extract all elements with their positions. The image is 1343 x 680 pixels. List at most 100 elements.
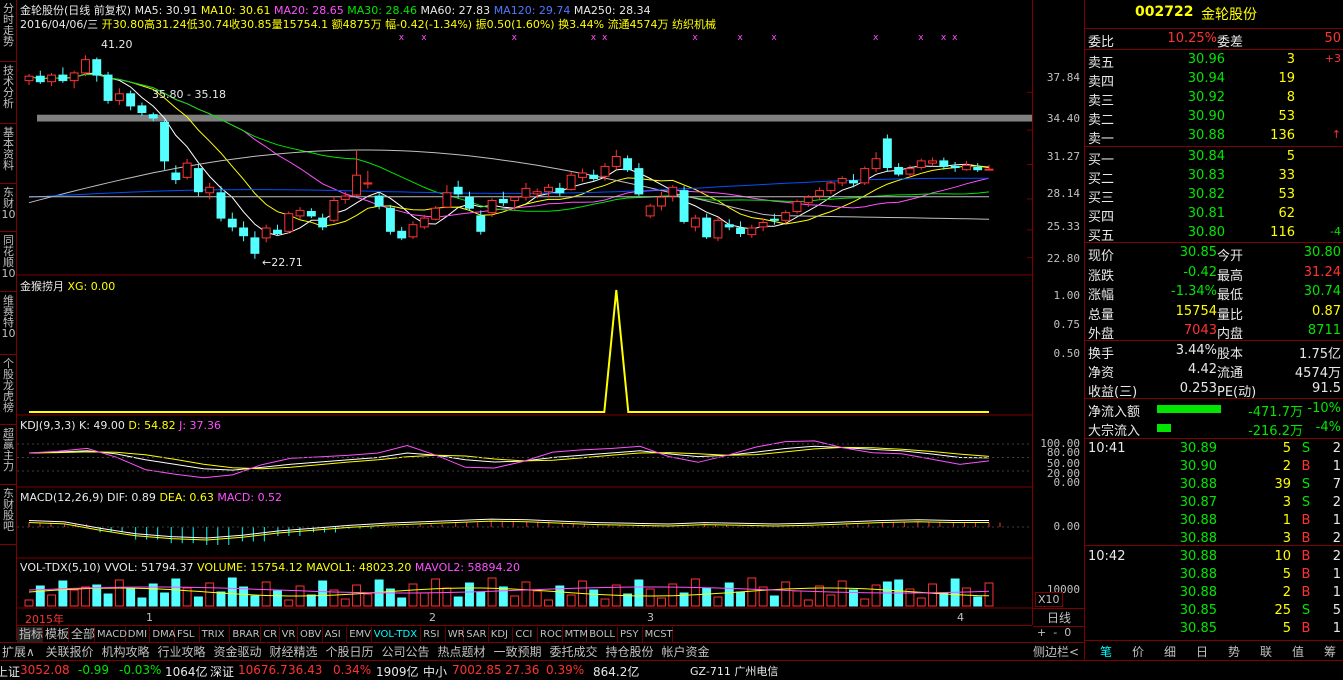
indicator-tab-rsi[interactable]: RSI [421,627,446,642]
buy-row[interactable]: 买三 30.82 53 [1085,186,1343,206]
right-tab-1[interactable]: 价 [1124,643,1152,660]
menu-item-5[interactable]: 财经精选 [270,644,318,660]
indicator-tab-指标[interactable]: 指标 [17,627,43,642]
sell-row[interactable]: 卖五 30.96 3 +3 [1085,51,1343,71]
volume-bar [160,592,169,607]
menu-item-6[interactable]: 个股日历 [326,644,374,660]
left-tab-0[interactable]: 分时走势 [0,0,17,62]
indicator-tab-obv[interactable]: OBV [298,627,323,642]
zoom-controls[interactable]: + - 0 [1037,626,1071,639]
indicator-tab-dma[interactable]: DMA [150,627,176,642]
indicator-tab-kdj[interactable]: KDJ [489,627,514,642]
left-tab-3[interactable]: 东财10 [0,184,17,232]
menu-item-7[interactable]: 公司公告 [382,644,430,660]
left-tab-4[interactable]: 同花顺10 [0,232,17,292]
candle-body [284,213,294,232]
menu-item-11[interactable]: 持仓股份 [606,644,654,660]
indicator-tab-模板[interactable]: 模板 [43,627,69,642]
indicator-tab-wr[interactable]: WR [446,627,465,642]
left-tab-2[interactable]: 基本资料 [0,124,17,184]
y-label: 0.00 [1053,520,1081,533]
candle-body [871,158,881,170]
right-tab-0[interactable]: 笔 [1092,643,1120,660]
indicator-tab-mtm[interactable]: MTM [563,627,588,642]
indicator-tab-trix[interactable]: TRIX [200,627,231,642]
indicator-tab-dmi[interactable]: DMI [126,627,151,642]
right-tab-4[interactable]: 势 [1220,643,1248,660]
menu-item-9[interactable]: 一致预期 [494,644,542,660]
menu-item-12[interactable]: 帐户资金 [662,644,710,660]
buy-row[interactable]: 买四 30.81 62 [1085,205,1343,225]
right-tab-3[interactable]: 日 [1188,643,1216,660]
quote-row: 涨跌 -0.42 最高 31.24 [1085,264,1343,284]
indicator-tab-boll[interactable]: BOLL [587,627,618,642]
volume-bar [634,579,644,607]
tick-count: 2 [1332,531,1341,546]
sh-label[interactable]: 上证 [0,663,20,680]
order-label: 卖五 [1088,56,1115,71]
sell-row[interactable]: 卖四 30.94 19 [1085,70,1343,90]
left-tab-7[interactable]: 超赢主力 [0,425,17,485]
left-tab-6[interactable]: 个股龙虎榜 [0,355,17,425]
sidebar-toggle[interactable]: 侧边栏< [1033,644,1079,660]
menu-item-0[interactable]: 扩展∧ [2,644,35,660]
fund-label: 股本 [1217,347,1244,362]
buy-row[interactable]: 买一 30.84 5 [1085,148,1343,168]
sell-row[interactable]: 卖三 30.92 8 [1085,89,1343,109]
chart-area[interactable]: xxxxxxxxxxxx 金轮股份(日线 前复权) MA5: 30.91 MA1… [17,0,1032,626]
sz-label[interactable]: 深证 [210,663,234,680]
indicator-tab-全部[interactable]: 全部 [69,627,95,642]
right-tab-2[interactable]: 细 [1156,643,1184,660]
signal-mark: x [591,33,597,43]
candle-body [498,198,508,204]
indicator-tab-asi[interactable]: ASI [323,627,348,642]
menu-item-3[interactable]: 行业攻略 [158,644,206,660]
y-label: 37.84 [1046,71,1080,84]
signal-mark: x [738,33,744,43]
volume-bar [690,578,700,607]
zoom-reset-button[interactable]: 0 [1064,626,1071,639]
indicator-tab-mcst[interactable]: MCST [643,627,674,642]
menu-item-8[interactable]: 热点题材 [438,644,486,660]
right-tab-6[interactable]: 值 [1284,643,1312,660]
indicator-tab-fsl[interactable]: FSL [175,627,200,642]
zoom-out-button[interactable]: - [1053,626,1057,639]
order-price: 30.88 [1187,128,1225,143]
indicator-tab-psy[interactable]: PSY [618,627,643,642]
indicator-tab-macd[interactable]: MACD [95,627,127,642]
order-label: 卖四 [1088,75,1115,90]
candle-body [916,160,926,168]
zx-label[interactable]: 中小 [423,663,447,680]
sell-row[interactable]: 卖二 30.90 53 [1085,108,1343,128]
right-tab-7[interactable]: 筹 [1316,643,1343,660]
indicator-tab-cr[interactable]: CR [261,627,280,642]
menu-item-4[interactable]: 资金驱动 [214,644,262,660]
macd-title: MACD(12,26,9) [20,491,104,504]
flow-value: -471.7万 [1248,405,1303,420]
left-tab-1[interactable]: 技术分析 [0,62,17,124]
indicator-tab-emv[interactable]: EMV [347,627,372,642]
tick-count: 5 [1332,603,1341,618]
indicator-tab-roc[interactable]: ROC [538,627,563,642]
candle-body [905,168,915,175]
indicator-tab-cci[interactable]: CCI [513,627,538,642]
buy-row[interactable]: 买二 30.83 33 [1085,167,1343,187]
zoom-in-button[interactable]: + [1037,626,1046,639]
period-label[interactable]: 日线 [1033,608,1085,627]
indicator-tab-sar[interactable]: SAR [464,627,489,642]
indicator-tab-vol-tdx[interactable]: VOL-TDX [372,627,422,642]
indicator-tab-vr[interactable]: VR [280,627,298,642]
sell-row[interactable]: 卖一 30.88 136 ↑ [1085,127,1343,147]
menu-item-2[interactable]: 机构攻略 [102,644,150,660]
tick-price: 30.88 [1179,477,1217,492]
x-axis-label-3: 3 [647,611,654,624]
tick-side: S [1301,477,1311,492]
buy-row[interactable]: 买五 30.80 116 -4 [1085,224,1343,244]
menu-item-1[interactable]: 关联报价 [46,644,94,660]
menu-item-10[interactable]: 委托成交 [550,644,598,660]
left-tab-5[interactable]: 维赛特10 [0,292,17,355]
right-tab-5[interactable]: 联 [1252,643,1280,660]
quote-value: 8711 [1307,323,1341,338]
indicator-tab-brar[interactable]: BRAR [230,627,262,642]
left-tab-8[interactable]: 东财股吧 [0,485,17,545]
